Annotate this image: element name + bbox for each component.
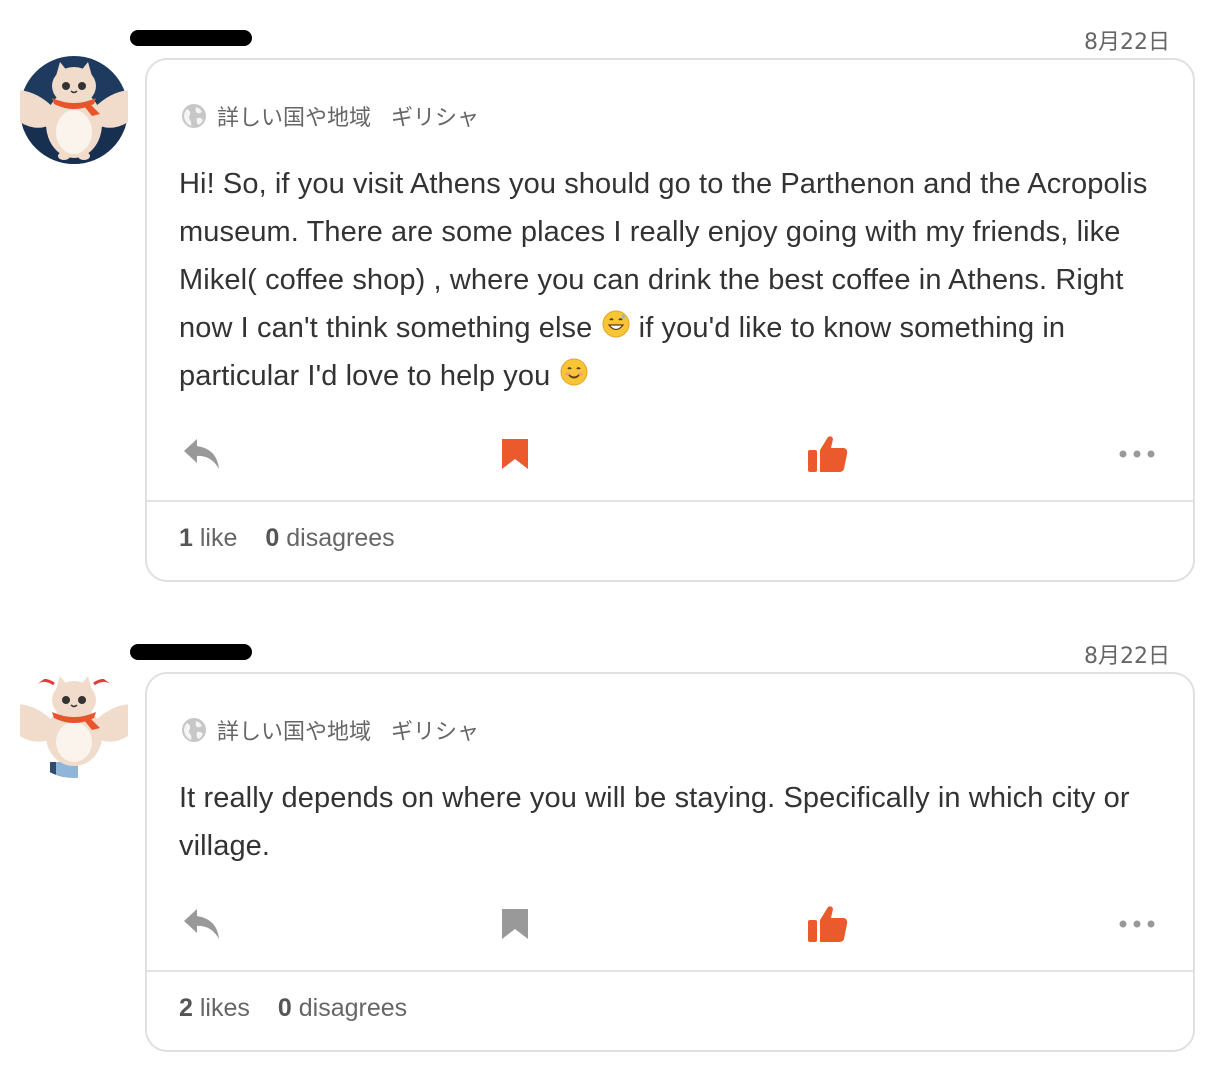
answer-text: It really depends on where you will be s… bbox=[179, 782, 1130, 862]
action-bar bbox=[147, 894, 1193, 954]
like-button[interactable] bbox=[805, 434, 851, 474]
bookmark-icon bbox=[502, 439, 528, 469]
disagrees-stat[interactable]: 0 disagrees bbox=[278, 994, 407, 1023]
language-label: 詳しい国や地域 bbox=[217, 106, 372, 131]
disagree-count: 0 bbox=[277, 994, 292, 1022]
avatar[interactable] bbox=[2, 56, 146, 164]
answer-date: 8月22日 bbox=[1084, 30, 1170, 55]
language-row: 詳しい国や地域 ギリシャ bbox=[181, 714, 479, 746]
reply-button[interactable] bbox=[181, 904, 223, 944]
ellipsis-icon bbox=[1119, 920, 1155, 928]
language-label: 詳しい国や地域 bbox=[217, 720, 372, 745]
disagree-label: disagrees bbox=[298, 994, 408, 1022]
reaction-stats: 1 like 0 disagrees bbox=[179, 524, 395, 553]
answer-body-card: 詳しい国や地域 ギリシャ It really depends on where … bbox=[145, 672, 1195, 1052]
avatar-cat-icon bbox=[2, 670, 146, 778]
more-options-button[interactable] bbox=[1117, 434, 1157, 474]
reply-icon bbox=[184, 909, 219, 939]
divider bbox=[147, 500, 1193, 502]
likes-stat[interactable]: 2 likes bbox=[179, 994, 250, 1023]
bookmark-icon bbox=[502, 909, 528, 939]
language-row: 詳しい国や地域 ギリシャ bbox=[181, 100, 479, 132]
reaction-stats: 2 likes 0 disagrees bbox=[179, 994, 407, 1023]
like-label: like bbox=[199, 524, 238, 552]
disagree-label: disagrees bbox=[286, 524, 395, 552]
like-label: likes bbox=[199, 994, 250, 1022]
answer-body-card: 詳しい国や地域 ギリシャ Hi! So, if you visit Athens… bbox=[145, 58, 1195, 582]
like-count: 1 bbox=[179, 524, 193, 552]
thumbs-up-icon bbox=[808, 906, 848, 942]
redacted-username bbox=[130, 30, 252, 46]
thumbs-up-icon bbox=[808, 436, 848, 472]
bookmark-button[interactable] bbox=[497, 904, 533, 944]
disagrees-stat[interactable]: 0 disagrees bbox=[265, 524, 394, 553]
globe-icon bbox=[182, 104, 206, 128]
answer-date: 8月22日 bbox=[1084, 644, 1170, 669]
likes-stat[interactable]: 1 like bbox=[179, 524, 237, 553]
reply-button[interactable] bbox=[181, 434, 223, 474]
action-bar bbox=[147, 424, 1193, 484]
answer-card-2: 8月22日 詳しい国や地域 ギリシャ It really depends on … bbox=[0, 614, 1214, 1064]
answer-text: Hi! So, if you visit Athens you should g… bbox=[179, 160, 1153, 400]
disagree-count: 0 bbox=[265, 524, 280, 552]
smiling-emoji-icon bbox=[560, 358, 588, 386]
divider bbox=[147, 970, 1193, 972]
grinning-sweat-emoji-icon bbox=[602, 310, 630, 338]
more-options-button[interactable] bbox=[1117, 904, 1157, 944]
language-value: ギリシャ bbox=[391, 720, 480, 745]
reply-icon bbox=[184, 439, 219, 469]
language-value: ギリシャ bbox=[391, 106, 480, 131]
answer-card-1: 8月22日 詳しい国や地域 ギリシャ Hi! So, if you visit … bbox=[0, 0, 1214, 600]
avatar-cat-icon bbox=[2, 56, 146, 164]
bookmark-button[interactable] bbox=[497, 434, 533, 474]
like-count: 2 bbox=[179, 994, 193, 1022]
like-button[interactable] bbox=[805, 904, 851, 944]
redacted-username bbox=[130, 644, 252, 660]
ellipsis-icon bbox=[1119, 450, 1155, 458]
globe-icon bbox=[182, 718, 206, 742]
avatar[interactable] bbox=[2, 670, 146, 778]
